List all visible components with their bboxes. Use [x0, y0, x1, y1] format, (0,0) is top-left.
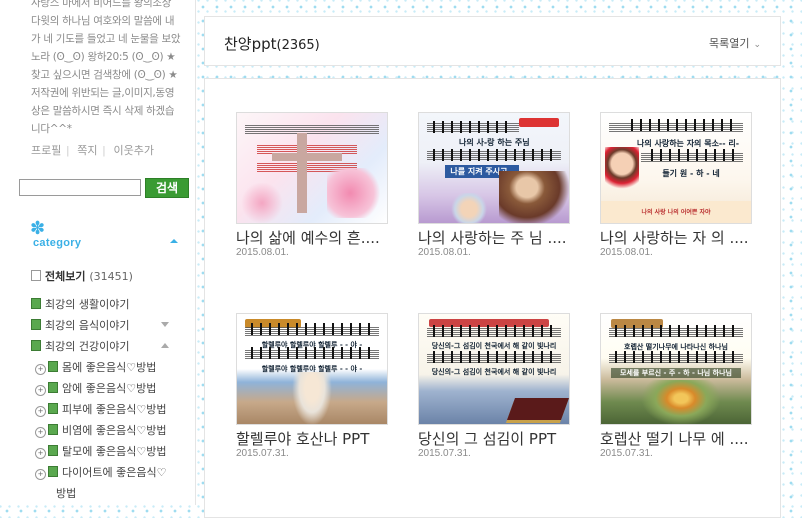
category-icon	[48, 403, 58, 414]
profile-links: 프로필 | 쪽지 | 이웃추가	[31, 145, 154, 157]
post-card[interactable]: 할렐루야 할렐루야 할렐루 - - 야 - 할렐루야 할렐루야 할렐루 - - …	[236, 313, 388, 459]
post-date: 2015.08.01.	[236, 247, 289, 258]
category-all[interactable]: 전체보기 (31451)	[31, 268, 191, 289]
category-icon	[48, 466, 58, 477]
subcategory-item[interactable]: + 탈모에 좋은음식♡방법	[31, 443, 191, 464]
post-card[interactable]: 나의 사랑하는 자의 목소-- 리- 들기 원 - 하 - 네 나의 사랑 나의…	[600, 112, 752, 258]
category-icon	[31, 340, 41, 351]
sidebar: 사랑스 마에서 비어드를 왕의조상 다윗의 하나님 여호와의 말씀에 내가 네 …	[0, 0, 196, 505]
post-title[interactable]: 나의 사랑하는 자 의 ....	[600, 231, 752, 246]
post-card[interactable]: 나의 삶에 예수의 흔.... 2015.08.01.	[236, 112, 388, 258]
flower-icon: ✽	[30, 218, 46, 238]
category-all-label: 전체보기	[45, 270, 86, 283]
subcategory-label-wrap: 방법	[56, 487, 77, 500]
expand-icon: +	[35, 448, 46, 459]
list-toggle-label: 목록열기	[708, 37, 750, 50]
category-label: 최강의 음식이야기	[45, 319, 130, 332]
post-grid: 나의 삶에 예수의 흔.... 2015.08.01. 나의 사-랑 하는 주님…	[204, 78, 781, 518]
post-thumbnail[interactable]: 나의 사-랑 하는 주님 나를 지켜 주시고 -	[418, 112, 570, 224]
message-link[interactable]: 쪽지	[77, 145, 97, 157]
post-date: 2015.08.01.	[600, 247, 653, 258]
chevron-down-icon[interactable]	[161, 322, 169, 327]
post-title[interactable]: 나의 삶에 예수의 흔....	[236, 231, 388, 246]
post-date: 2015.07.31.	[236, 448, 289, 459]
expand-icon: +	[35, 385, 46, 396]
chevron-down-icon: ⌄	[753, 40, 761, 50]
post-thumbnail[interactable]: 나의 사랑하는 자의 목소-- 리- 들기 원 - 하 - 네 나의 사랑 나의…	[600, 112, 752, 224]
list-toggle-button[interactable]: 목록열기 ⌄	[709, 35, 761, 51]
add-neighbor-link[interactable]: 이웃추가	[113, 145, 153, 157]
slide-lyric: 나의 사-랑 하는 주님	[459, 138, 530, 147]
subcategory-label: 탈모에 좋은음식♡방법	[62, 445, 167, 458]
subcategory-label: 피부에 좋은음식♡방법	[62, 403, 167, 416]
post-title[interactable]: 당신의 그 섬김이 PPT	[418, 432, 570, 447]
category-item[interactable]: 최강의 생활이야기	[31, 296, 191, 317]
post-count: (2365)	[276, 38, 320, 53]
post-date: 2015.08.01.	[418, 247, 471, 258]
post-thumbnail[interactable]: 호렙산 떨기나무에 나타나신 하나님 모세를 부르신 - 주 - 하 - 나님 …	[600, 313, 752, 425]
expand-icon: +	[35, 406, 46, 417]
subcategory-label: 몸에 좋은음식♡방법	[62, 361, 157, 374]
slide-lyric: 당신의-그 섬김이 천국에서 해 같이 빛나리	[431, 342, 557, 350]
post-title[interactable]: 할렐루야 호산나 PPT	[236, 432, 388, 447]
subcategory-item[interactable]: + 몸에 좋은음식♡방법	[31, 359, 191, 380]
expand-icon: +	[35, 364, 46, 375]
subcategory-label: 다이어트에 좋은음식♡	[62, 466, 167, 479]
subcategory-item[interactable]: + 암에 좋은음식♡방법	[31, 380, 191, 401]
subcategory-item[interactable]: + 피부에 좋은음식♡방법	[31, 401, 191, 422]
post-thumbnail[interactable]: 할렐루야 할렐루야 할렐루 - - 야 - 할렐루야 할렐루야 할렐루 - - …	[236, 313, 388, 425]
chevron-up-icon[interactable]	[161, 343, 169, 348]
subcategory-label: 비염에 좋은음식♡방법	[62, 424, 167, 437]
post-title[interactable]: 호렙산 떨기 나무 에 ....	[600, 432, 752, 447]
slide-lyric: 당신의-그 섬김이 천국에서 해 같이 빛나리	[431, 368, 557, 376]
chevron-up-icon[interactable]	[170, 239, 178, 243]
category-header: 찬양ppt(2365) 목록열기 ⌄	[204, 16, 781, 66]
category-title: category	[33, 237, 82, 249]
slide-lyric: 들기 원 - 하 - 네	[662, 169, 720, 178]
expand-icon: +	[35, 427, 46, 438]
category-icon	[48, 445, 58, 456]
blog-intro-text: 사랑스 마에서 비어드를 왕의조상 다윗의 하나님 여호와의 말씀에 내가 네 …	[31, 0, 181, 135]
category-icon	[48, 382, 58, 393]
expand-icon: +	[35, 469, 46, 480]
search-input[interactable]	[19, 179, 141, 196]
search-button[interactable]: 검색	[145, 178, 189, 198]
subcategory-item[interactable]: + 비염에 좋은음식♡방법	[31, 422, 191, 443]
profile-link[interactable]: 프로필	[31, 145, 61, 157]
post-card[interactable]: 당신의-그 섬김이 천국에서 해 같이 빛나리 당신의-그 섬김이 천국에서 해…	[418, 313, 570, 459]
page-icon	[31, 270, 41, 281]
post-thumbnail[interactable]	[236, 112, 388, 224]
category-item[interactable]: 최강의 건강이야기	[31, 338, 191, 359]
category-icon	[48, 424, 58, 435]
subcategory-item[interactable]: + 다이어트에 좋은음식♡	[31, 464, 191, 485]
post-title[interactable]: 나의 사랑하는 주 님 ....	[418, 231, 570, 246]
category-icon	[48, 361, 58, 372]
slide-lyric: 모세를 부르신 - 주 - 하 - 나님 하나님	[611, 368, 741, 378]
category-icon	[31, 298, 41, 309]
category-item[interactable]: 최강의 음식이야기	[31, 317, 191, 338]
page-title: 찬양ppt(2365)	[224, 33, 320, 54]
category-tree: 전체보기 (31451) 최강의 생활이야기 최강의 음식이야기 최강의 건강이…	[31, 268, 191, 500]
category-name: 찬양ppt	[224, 35, 277, 53]
category-icon	[31, 319, 41, 330]
subcategory-label: 암에 좋은음식♡방법	[62, 382, 157, 395]
category-label: 최강의 생활이야기	[45, 298, 130, 311]
category-label: 최강의 건강이야기	[45, 340, 130, 353]
post-card[interactable]: 나의 사-랑 하는 주님 나를 지켜 주시고 - 나의 사랑하는 주 님 ...…	[418, 112, 570, 258]
post-thumbnail[interactable]: 당신의-그 섬김이 천국에서 해 같이 빛나리 당신의-그 섬김이 천국에서 해…	[418, 313, 570, 425]
post-date: 2015.07.31.	[600, 448, 653, 459]
post-date: 2015.07.31.	[418, 448, 471, 459]
slide-lyric: 나의 사랑하는 자의 목소-- 리-	[636, 139, 740, 148]
post-card[interactable]: 호렙산 떨기나무에 나타나신 하나님 모세를 부르신 - 주 - 하 - 나님 …	[600, 313, 752, 459]
category-all-count: (31451)	[89, 270, 133, 283]
